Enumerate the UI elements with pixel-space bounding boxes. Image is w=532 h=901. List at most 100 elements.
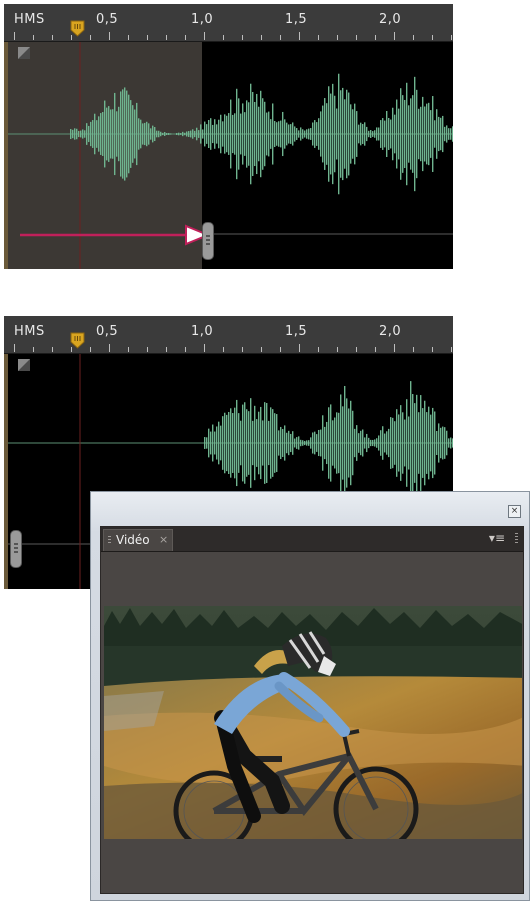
time-ruler[interactable]: HMS 0,5 1,0 1,5 2,0 <box>4 4 453 42</box>
ruler-tick <box>375 347 376 352</box>
waveform-sample <box>206 437 208 449</box>
waveform-sample <box>414 403 416 483</box>
waveform-sample <box>424 106 426 162</box>
waveform-sample <box>130 100 132 168</box>
waveform-sample <box>258 411 260 475</box>
waveform-sample <box>210 431 212 455</box>
waveform-sample <box>440 117 442 151</box>
tab-video[interactable]: Vidéo × <box>103 529 173 551</box>
waveform-sample <box>124 87 126 181</box>
video-frame-image <box>104 606 522 839</box>
ruler-tick <box>223 347 224 352</box>
waveform-sample <box>390 417 392 469</box>
waveform-sample <box>240 113 242 155</box>
waveform-sample <box>94 113 96 155</box>
waveform-sample <box>416 89 418 179</box>
waveform-sample <box>434 120 436 148</box>
waveform-sample <box>450 437 452 449</box>
waveform-sample <box>286 122 288 146</box>
waveform-sample <box>134 109 136 159</box>
waveform-sample <box>306 440 308 446</box>
waveform-sample <box>334 417 336 469</box>
waveform-sample <box>264 101 266 167</box>
ruler-tick <box>185 35 186 40</box>
waveform-sample <box>412 394 414 492</box>
waveform-sample <box>162 132 164 136</box>
waveform-sample <box>288 430 290 456</box>
waveform-sample <box>262 420 264 466</box>
ruler-tick <box>242 347 243 352</box>
waveform-sample <box>212 124 214 144</box>
waveform-sample <box>104 100 106 168</box>
ruler-tick-label: 0,5 <box>96 12 119 27</box>
waveform-sample <box>358 124 360 144</box>
waveform-sample <box>434 411 436 475</box>
waveform-sample <box>420 106 422 162</box>
waveform-sample <box>418 412 420 474</box>
ruler-tick <box>318 347 319 352</box>
waveform-sample <box>440 427 442 459</box>
waveform-sample <box>426 103 428 165</box>
waveform-sample <box>206 124 208 144</box>
waveform-sample <box>232 413 234 473</box>
gripper-icon[interactable] <box>108 536 112 546</box>
ruler-tick <box>14 344 15 352</box>
resize-handle-icon[interactable] <box>10 530 22 568</box>
waveform-sample <box>382 426 384 460</box>
gripper-icon[interactable] <box>515 533 519 545</box>
waveform-sample <box>408 105 410 163</box>
waveform-sample <box>388 428 390 458</box>
ruler-tick <box>242 35 243 40</box>
ruler-tick-label: 0,5 <box>96 324 119 339</box>
ruler-tick <box>394 344 395 352</box>
waveform-sample <box>290 124 292 144</box>
waveform-sample <box>366 126 368 142</box>
waveform-sample <box>438 116 440 152</box>
waveform-sample <box>274 413 276 473</box>
waveform-sample <box>164 132 166 136</box>
ruler-tick <box>14 32 15 40</box>
waveform-sample <box>216 124 218 144</box>
waveform-sample <box>432 407 434 479</box>
close-icon[interactable]: × <box>159 533 168 546</box>
waveform-sample <box>250 398 252 488</box>
panel-menu-icon[interactable]: ▾≡ <box>489 531 505 545</box>
waveform-sample <box>192 129 194 139</box>
close-icon[interactable]: × <box>508 505 521 518</box>
time-ruler[interactable]: HMS 0,5 1,0 1,5 2,0 <box>4 316 453 354</box>
ruler-tick <box>52 35 53 40</box>
waveform-sample <box>282 429 284 457</box>
waveform-sample <box>300 439 302 447</box>
waveform-sample <box>356 111 358 157</box>
waveform-sample <box>122 89 124 179</box>
waveform-sample <box>278 121 280 147</box>
waveform-sample <box>250 83 252 185</box>
ruler-tick <box>33 347 34 352</box>
waveform-sample <box>392 107 394 161</box>
waveform-sample <box>308 128 310 140</box>
audio-track[interactable] <box>8 42 453 269</box>
waveform-sample <box>282 111 284 157</box>
waveform-sample <box>384 120 386 148</box>
track-corner-icon[interactable] <box>18 359 30 371</box>
waveform-sample <box>430 110 432 158</box>
track-corner-icon[interactable] <box>18 47 30 59</box>
waveform-sample <box>402 95 404 173</box>
playhead-marker-icon[interactable] <box>70 332 85 349</box>
waveform-sample <box>294 126 296 142</box>
waveform-sample <box>238 413 240 473</box>
waveform-sample <box>452 438 453 448</box>
waveform-sample <box>322 415 324 471</box>
resize-handle-icon[interactable] <box>202 222 214 260</box>
waveform-sample <box>218 119 220 149</box>
waveform-sample <box>352 109 354 159</box>
waveform-sample <box>312 122 314 146</box>
waveform-sample <box>348 408 350 478</box>
waveform-sample <box>120 91 122 177</box>
video-frame <box>104 606 522 839</box>
playhead-marker-icon[interactable] <box>70 20 85 37</box>
waveform-sample <box>156 130 158 138</box>
waveform-sample <box>86 123 88 145</box>
waveform-sample <box>318 118 320 150</box>
waveform-sample <box>264 402 266 484</box>
